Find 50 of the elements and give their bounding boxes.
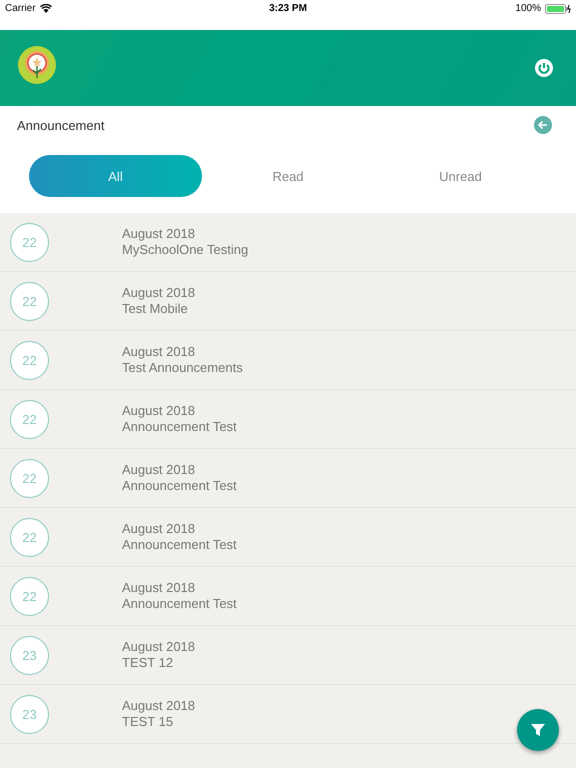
day-badge: 22 [10,400,49,438]
battery-icon [545,4,571,14]
announcement-month: August 2018 [122,226,196,242]
filter-icon [530,722,546,738]
announcement-title: Announcement Test [122,419,237,435]
announcement-month: August 2018 [122,639,196,655]
announcement-row[interactable]: 23 August 2018 TEST 12 [0,626,576,685]
announcement-month: August 2018 [122,285,196,301]
announcement-row[interactable]: 22 August 2018 Test Announcements [0,331,576,390]
announcement-month: August 2018 [122,403,196,419]
filter-tab[interactable]: All [29,155,202,197]
announcement-title: TEST 15 [122,714,174,730]
filter-tab[interactable]: Unread [374,155,547,197]
battery-label: 100% [515,3,541,14]
power-icon [535,59,553,77]
announcement-month: August 2018 [122,580,196,596]
announcement-title: MySchoolOne Testing [122,242,248,258]
announcement-row[interactable]: 22 August 2018 Announcement Test [0,390,576,449]
announcement-month: August 2018 [122,698,196,714]
filter-tab[interactable]: Read [202,155,374,197]
announcement-title: Announcement Test [122,596,237,612]
announcement-title: TEST 12 [122,655,174,671]
back-button[interactable] [534,116,552,134]
announcement-row[interactable]: 22 August 2018 MySchoolOne Testing [0,213,576,272]
day-badge: 22 [10,576,49,616]
announcement-title: Test Announcements [122,360,243,376]
wifi-icon [40,4,52,13]
day-badge: 23 [10,694,49,734]
carrier-label: Carrier [5,3,36,14]
announcement-title: Test Mobile [122,301,189,317]
day-badge: 22 [10,340,49,380]
status-time: 3:23 PM [269,3,307,14]
filter-button[interactable] [517,709,559,751]
day-badge: 22 [10,518,49,556]
day-badge: 22 [10,282,49,320]
school-logo-icon [18,46,56,84]
day-badge: 22 [10,222,49,262]
day-badge: 23 [10,636,49,674]
announcement-month: August 2018 [122,344,196,360]
announcement-row[interactable]: 22 August 2018 Announcement Test [0,449,576,508]
power-button[interactable] [535,59,553,77]
day-badge: 22 [10,458,49,498]
announcement-row[interactable]: 22 August 2018 Announcement Test [0,508,576,567]
page-title: Announcement [17,118,104,132]
announcement-title: Announcement Test [122,537,237,553]
announcement-row[interactable]: 22 August 2018 Announcement Test [0,567,576,626]
announcement-month: August 2018 [122,462,196,478]
announcement-title: Announcement Test [122,478,237,494]
announcement-month: August 2018 [122,521,196,537]
announcement-row[interactable]: 22 August 2018 Test Mobile [0,272,576,331]
